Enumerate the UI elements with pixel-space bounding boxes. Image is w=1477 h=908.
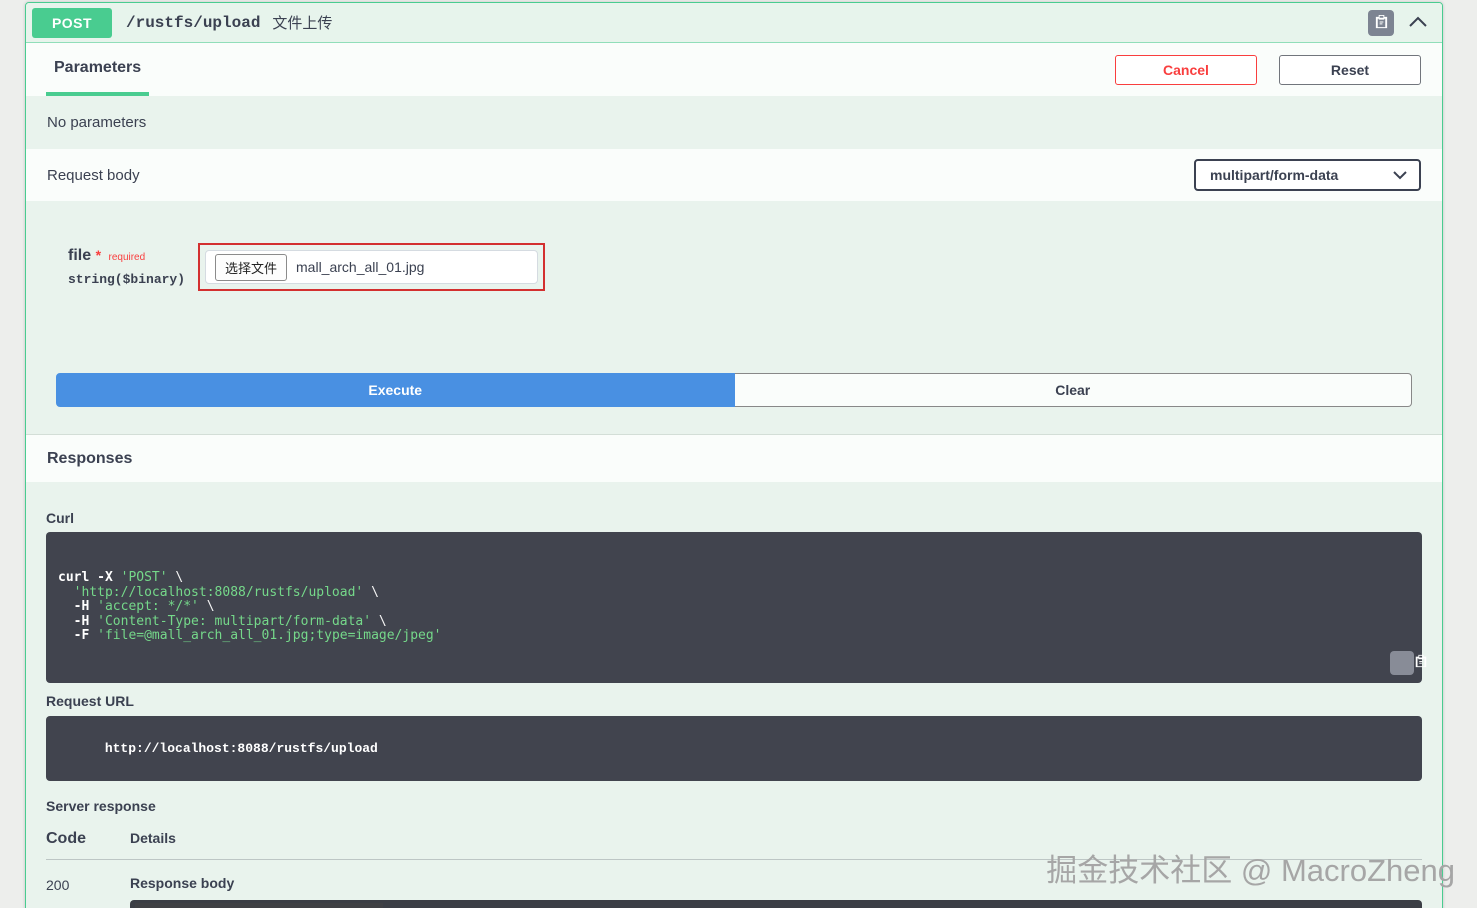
server-response-label: Server response — [46, 797, 156, 814]
clear-button[interactable]: Clear — [734, 373, 1412, 407]
request-url-label: Request URL — [46, 692, 134, 709]
endpoint-description: 文件上传 — [272, 15, 333, 32]
request-body-label: Request body — [47, 166, 140, 184]
parameters-section-header: Parameters Cancel Reset — [26, 43, 1442, 96]
choose-file-button[interactable]: 选择文件 — [215, 253, 288, 281]
endpoint-panel: POST /rustfs/upload 文件上传 Parameters Canc… — [25, 2, 1443, 908]
required-asterisk: * — [95, 247, 102, 263]
endpoint-path: /rustfs/upload — [126, 13, 261, 32]
chevron-down-icon — [1393, 167, 1407, 183]
selected-file-name: mall_arch_all_01.jpg — [296, 259, 425, 275]
parameters-tab: Parameters — [46, 43, 150, 96]
copy-path-button[interactable] — [1368, 9, 1394, 36]
collapse-button[interactable] — [1408, 15, 1428, 30]
file-input[interactable]: 选择文件 mall_arch_all_01.jpg — [205, 250, 538, 284]
method-badge: POST — [32, 7, 112, 38]
field-type: string($binary) — [68, 272, 186, 287]
chevron-up-icon — [1408, 15, 1428, 30]
code-column-header: Code — [46, 829, 86, 847]
details-column-header: Details — [130, 829, 176, 846]
media-type-value: multipart/form-data — [1210, 167, 1339, 183]
status-code: 200 — [46, 876, 70, 893]
request-body-section-header: Request body multipart/form-data — [26, 149, 1442, 201]
request-url-value: http://localhost:8088/rustfs/upload — [104, 740, 378, 756]
response-body-label: Response body — [130, 874, 235, 891]
responses-title: Responses — [47, 449, 133, 467]
curl-label: Curl — [46, 510, 74, 526]
clipboard-icon — [1374, 14, 1389, 32]
clipboard-icon — [1376, 639, 1427, 686]
responses-section: Curl curl -X 'POST' \ 'http://localhost:… — [26, 482, 1442, 908]
request-body-editor: file * required string($binary) 选择文件 mal… — [26, 201, 1442, 371]
divider — [46, 858, 1422, 860]
annotation-highlight-box: 选择文件 mall_arch_all_01.jpg — [198, 243, 545, 291]
copy-curl-button[interactable] — [1390, 650, 1426, 675]
curl-command: curl -X 'POST' \ 'http://localhost:8088/… — [46, 532, 1426, 683]
no-parameters-text: No parameters — [47, 114, 147, 131]
required-label: required — [108, 252, 146, 263]
media-type-select[interactable]: multipart/form-data — [1194, 159, 1421, 191]
execute-button[interactable]: Execute — [56, 373, 735, 407]
field-name: file — [68, 247, 92, 264]
reset-button[interactable]: Reset — [1279, 54, 1421, 85]
endpoint-header[interactable]: POST /rustfs/upload 文件上传 — [26, 3, 1442, 43]
cancel-button[interactable]: Cancel — [1115, 54, 1257, 85]
browser-status-bar — [135, 903, 383, 908]
